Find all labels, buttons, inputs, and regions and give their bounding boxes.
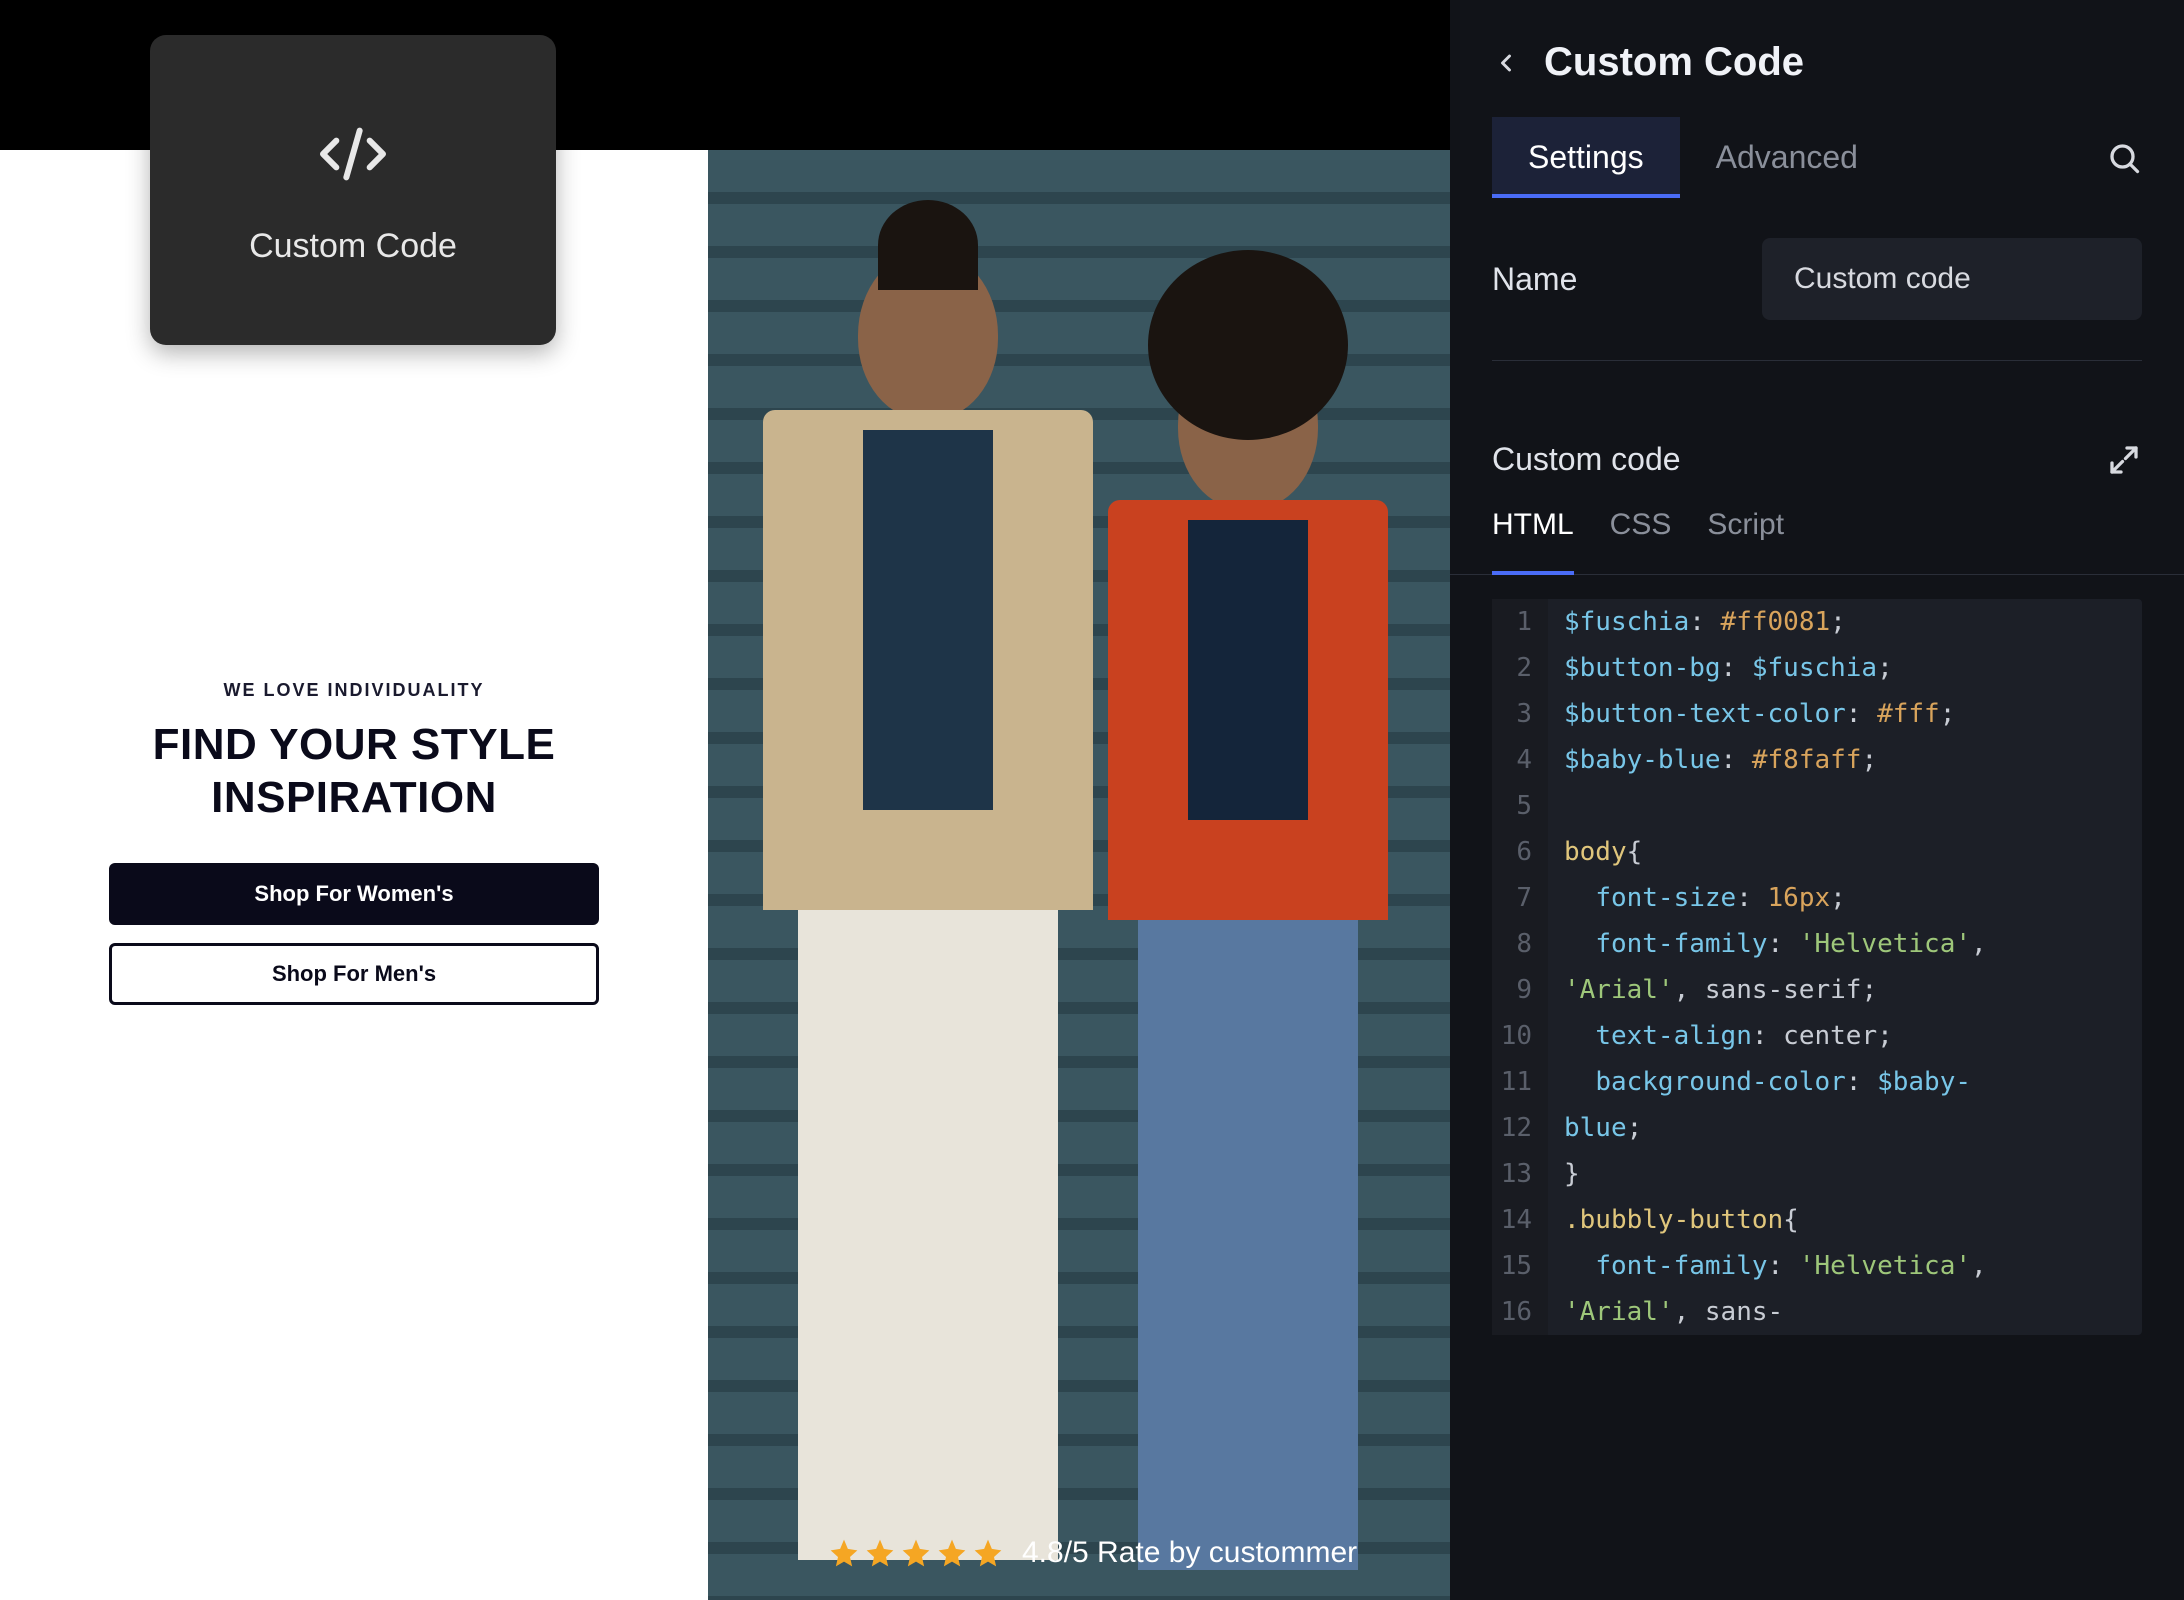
code-line[interactable]: 11 background-color: $baby-	[1492, 1059, 2142, 1105]
code-tabs: HTML CSS Script	[1450, 508, 2184, 575]
hero-tagline: WE LOVE INDIVIDUALITY	[223, 680, 484, 701]
name-section: Name	[1450, 198, 2184, 401]
code-tab-html[interactable]: HTML	[1492, 508, 1574, 558]
line-content[interactable]: }	[1548, 1159, 1580, 1189]
line-content[interactable]: $button-bg: $fuschia;	[1548, 653, 1893, 683]
star-icon	[972, 1537, 1004, 1569]
star-icon	[936, 1537, 968, 1569]
line-content[interactable]: font-family: 'Helvetica',	[1548, 1251, 1987, 1281]
line-content[interactable]: body{	[1548, 837, 1642, 867]
code-editor[interactable]: 1$fuschia: #ff0081;2$button-bg: $fuschia…	[1492, 599, 2142, 1335]
custom-code-badge[interactable]: Custom Code	[150, 35, 556, 345]
star-icon	[900, 1537, 932, 1569]
code-line[interactable]: 10 text-align: center;	[1492, 1013, 2142, 1059]
line-content[interactable]: $button-text-color: #fff;	[1548, 699, 1955, 729]
code-line[interactable]: 15 font-family: 'Helvetica',	[1492, 1243, 2142, 1289]
preview-left-pane: WE LOVE INDIVIDUALITY FIND YOUR STYLE IN…	[0, 150, 708, 1600]
code-icon	[313, 114, 393, 199]
hero-headline: FIND YOUR STYLE INSPIRATION	[120, 719, 588, 825]
line-number: 2	[1492, 645, 1548, 691]
code-line[interactable]: 7 font-size: 16px;	[1492, 875, 2142, 921]
line-content[interactable]: 'Arial', sans-	[1548, 1297, 1783, 1327]
line-number: 16	[1492, 1289, 1548, 1335]
preview-area: WE LOVE INDIVIDUALITY FIND YOUR STYLE IN…	[0, 0, 1450, 1600]
tab-advanced[interactable]: Advanced	[1680, 117, 1894, 198]
code-line[interactable]: 1$fuschia: #ff0081;	[1492, 599, 2142, 645]
panel-title: Custom Code	[1544, 40, 1804, 85]
line-number: 1	[1492, 599, 1548, 645]
line-number: 14	[1492, 1197, 1548, 1243]
line-content[interactable]: background-color: $baby-	[1548, 1067, 1971, 1097]
search-icon[interactable]	[2106, 140, 2142, 176]
line-number: 8	[1492, 921, 1548, 967]
name-input[interactable]	[1762, 238, 2142, 320]
name-label: Name	[1492, 261, 1577, 298]
line-number: 4	[1492, 737, 1548, 783]
star-icon	[864, 1537, 896, 1569]
line-number: 11	[1492, 1059, 1548, 1105]
line-number: 7	[1492, 875, 1548, 921]
line-content[interactable]: font-size: 16px;	[1548, 883, 1846, 913]
line-number: 6	[1492, 829, 1548, 875]
code-section-header: Custom code	[1450, 401, 2184, 508]
tab-settings[interactable]: Settings	[1492, 117, 1680, 198]
line-number: 3	[1492, 691, 1548, 737]
line-number: 9	[1492, 967, 1548, 1013]
code-line[interactable]: 4$baby-blue: #f8faff;	[1492, 737, 2142, 783]
hero-section: WE LOVE INDIVIDUALITY FIND YOUR STYLE IN…	[0, 680, 708, 1023]
line-content[interactable]: $fuschia: #ff0081;	[1548, 607, 1846, 637]
line-content[interactable]: $baby-blue: #f8faff;	[1548, 745, 1877, 775]
line-number: 13	[1492, 1151, 1548, 1197]
code-tab-css[interactable]: CSS	[1610, 508, 1672, 558]
line-content[interactable]: font-family: 'Helvetica',	[1548, 929, 1987, 959]
rating-row: 4.8/5 Rate by custommer	[828, 1536, 1357, 1570]
code-line[interactable]: 12blue;	[1492, 1105, 2142, 1151]
code-line[interactable]: 8 font-family: 'Helvetica',	[1492, 921, 2142, 967]
code-line[interactable]: 3$button-text-color: #fff;	[1492, 691, 2142, 737]
back-icon[interactable]	[1492, 49, 1520, 77]
code-line[interactable]: 14.bubbly-button{	[1492, 1197, 2142, 1243]
inspector-panel: Custom Code Settings Advanced Name Custo…	[1450, 0, 2184, 1600]
shop-mens-button[interactable]: Shop For Men's	[109, 943, 599, 1005]
code-line[interactable]: 13}	[1492, 1151, 2142, 1197]
expand-icon[interactable]	[2106, 442, 2142, 478]
rating-text: 4.8/5 Rate by custommer	[1022, 1536, 1357, 1570]
panel-header: Custom Code	[1450, 0, 2184, 117]
shop-womens-button[interactable]: Shop For Women's	[109, 863, 599, 925]
rating-stars	[828, 1537, 1004, 1569]
hero-image: 4.8/5 Rate by custommer	[708, 150, 1450, 1600]
panel-tabs: Settings Advanced	[1450, 117, 2184, 198]
line-content[interactable]: 'Arial', sans-serif;	[1548, 975, 1877, 1005]
badge-label: Custom Code	[249, 227, 457, 266]
star-icon	[828, 1537, 860, 1569]
code-line[interactable]: 6body{	[1492, 829, 2142, 875]
line-number: 15	[1492, 1243, 1548, 1289]
line-number: 12	[1492, 1105, 1548, 1151]
line-content[interactable]: text-align: center;	[1548, 1021, 1893, 1051]
code-section-title: Custom code	[1492, 441, 1681, 478]
line-content[interactable]: blue;	[1548, 1113, 1642, 1143]
line-number: 10	[1492, 1013, 1548, 1059]
line-number: 5	[1492, 783, 1548, 829]
code-line[interactable]: 9'Arial', sans-serif;	[1492, 967, 2142, 1013]
code-line[interactable]: 2$button-bg: $fuschia;	[1492, 645, 2142, 691]
code-line[interactable]: 5	[1492, 783, 2142, 829]
code-tab-script[interactable]: Script	[1707, 508, 1784, 558]
code-line[interactable]: 16'Arial', sans-	[1492, 1289, 2142, 1335]
line-content[interactable]: .bubbly-button{	[1548, 1205, 1799, 1235]
